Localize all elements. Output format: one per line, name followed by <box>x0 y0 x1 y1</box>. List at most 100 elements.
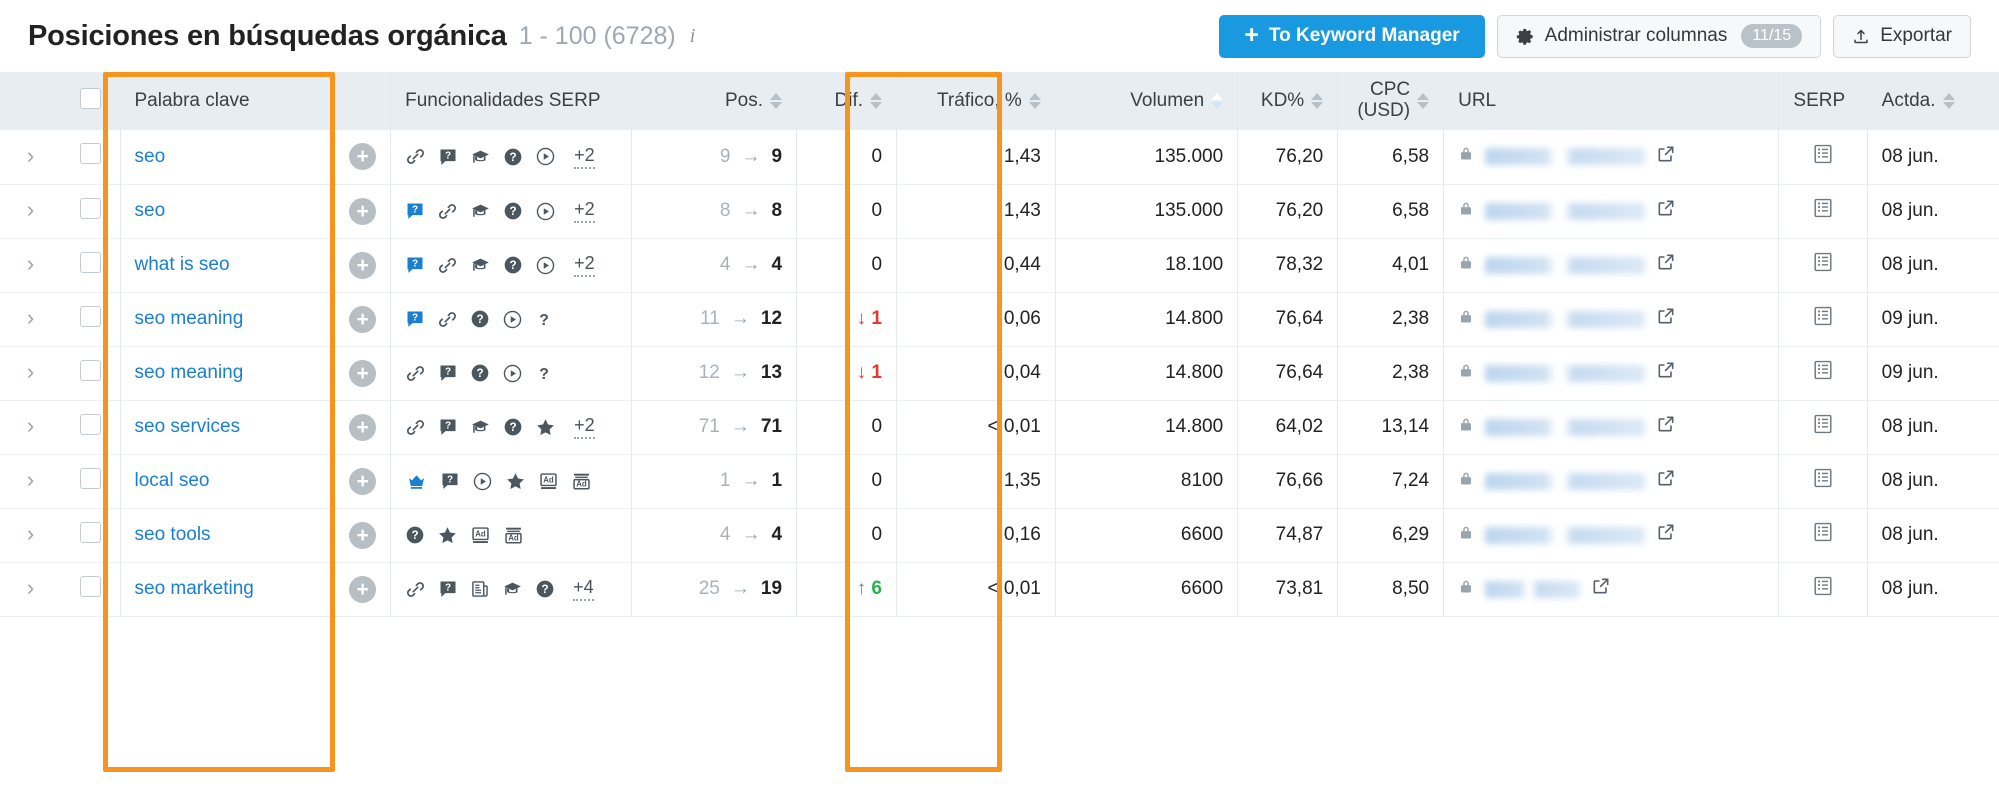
th-kd[interactable]: KD% <box>1238 72 1338 130</box>
faq-icon[interactable]: ? <box>503 255 523 275</box>
serp-list-icon[interactable] <box>1812 467 1834 495</box>
chevron-right-icon[interactable]: › <box>27 415 34 437</box>
add-keyword-icon[interactable]: + <box>349 143 376 170</box>
external-link-icon[interactable] <box>1591 576 1611 602</box>
add-keyword-icon[interactable]: + <box>349 252 376 279</box>
add-keyword-icon[interactable]: + <box>349 522 376 549</box>
chevron-right-icon[interactable]: › <box>27 145 34 167</box>
link-icon[interactable] <box>405 579 426 600</box>
chevron-right-icon[interactable]: › <box>27 361 34 383</box>
th-keyword[interactable]: Palabra clave <box>120 72 391 130</box>
knowledge-panel-icon[interactable] <box>470 417 491 437</box>
serp-list-icon[interactable] <box>1812 413 1834 441</box>
th-traffic[interactable]: Tráfico, % <box>897 72 1056 130</box>
add-keyword-icon[interactable]: + <box>349 306 376 333</box>
ads-top-icon[interactable]: Ad <box>503 525 524 546</box>
select-all-checkbox[interactable] <box>80 88 101 109</box>
knowledge-panel-icon[interactable] <box>470 255 491 275</box>
link-icon[interactable] <box>405 417 426 438</box>
serp-list-icon[interactable] <box>1812 197 1834 225</box>
external-link-icon[interactable] <box>1656 306 1676 332</box>
th-volume[interactable]: Volumen <box>1055 72 1237 130</box>
row-checkbox[interactable] <box>80 198 101 219</box>
external-link-icon[interactable] <box>1656 360 1676 386</box>
keyword-link[interactable]: seo <box>135 146 166 168</box>
chevron-right-icon[interactable]: › <box>27 199 34 221</box>
featured-snippet-blue-icon[interactable]: ? <box>405 309 425 329</box>
more-features-link[interactable]: +4 <box>573 577 594 601</box>
sort-arrows-icon[interactable] <box>770 93 782 109</box>
faq-icon[interactable]: ? <box>535 579 555 599</box>
keyword-link[interactable]: seo meaning <box>135 308 244 330</box>
external-link-icon[interactable] <box>1656 252 1676 278</box>
add-keyword-icon[interactable]: + <box>349 360 376 387</box>
add-keyword-icon[interactable]: + <box>349 198 376 225</box>
serp-list-icon[interactable] <box>1812 359 1834 387</box>
row-checkbox[interactable] <box>80 414 101 435</box>
external-link-icon[interactable] <box>1656 144 1676 170</box>
video-icon[interactable] <box>472 471 493 492</box>
sort-arrows-icon[interactable] <box>1211 93 1223 109</box>
featured-snippet-icon[interactable]: ? <box>438 147 458 167</box>
external-link-icon[interactable] <box>1656 522 1676 548</box>
th-cpc[interactable]: CPC (USD) <box>1338 72 1444 130</box>
ads-bottom-icon[interactable]: Ad <box>538 471 559 492</box>
link-icon[interactable] <box>437 255 458 276</box>
keyword-link[interactable]: what is seo <box>135 254 230 276</box>
row-checkbox[interactable] <box>80 252 101 273</box>
info-icon[interactable]: i <box>690 25 696 48</box>
link-icon[interactable] <box>437 201 458 222</box>
manage-columns-button[interactable]: Administrar columnas 11/15 <box>1497 15 1822 58</box>
keyword-link[interactable]: seo marketing <box>135 578 254 600</box>
video-icon[interactable] <box>502 363 523 384</box>
serp-list-icon[interactable] <box>1812 521 1834 549</box>
knowledge-panel-icon[interactable] <box>470 201 491 221</box>
knowledge-panel-icon[interactable] <box>470 147 491 167</box>
more-features-link[interactable]: +2 <box>574 199 595 223</box>
row-checkbox[interactable] <box>80 360 101 381</box>
question-mark-icon[interactable]: ? <box>535 309 553 330</box>
featured-snippet-icon[interactable]: ? <box>438 363 458 383</box>
chevron-right-icon[interactable]: › <box>27 469 34 491</box>
external-link-icon[interactable] <box>1656 468 1676 494</box>
th-updated[interactable]: Actda. <box>1867 72 1999 130</box>
serp-list-icon[interactable] <box>1812 143 1834 171</box>
featured-snippet-icon[interactable]: ? <box>440 471 460 491</box>
external-link-icon[interactable] <box>1656 414 1676 440</box>
add-keyword-icon[interactable]: + <box>349 576 376 603</box>
question-mark-icon[interactable]: ? <box>535 363 553 384</box>
to-keyword-manager-button[interactable]: + To Keyword Manager <box>1219 15 1484 58</box>
reviews-icon[interactable] <box>535 417 556 438</box>
sort-arrows-icon[interactable] <box>1417 93 1429 109</box>
more-features-link[interactable]: +2 <box>574 415 595 439</box>
keyword-link[interactable]: seo services <box>135 416 241 438</box>
ads-top-icon[interactable]: Ad <box>571 471 592 492</box>
video-icon[interactable] <box>535 146 556 167</box>
faq-icon[interactable]: ? <box>405 525 425 545</box>
keyword-link[interactable]: seo <box>135 200 166 222</box>
link-icon[interactable] <box>405 363 426 384</box>
external-link-icon[interactable] <box>1656 198 1676 224</box>
export-button[interactable]: Exportar <box>1833 15 1971 58</box>
faq-icon[interactable]: ? <box>503 201 523 221</box>
faq-icon[interactable]: ? <box>503 417 523 437</box>
video-icon[interactable] <box>535 255 556 276</box>
more-features-link[interactable]: +2 <box>574 253 595 277</box>
crown-icon[interactable] <box>405 472 428 491</box>
row-checkbox[interactable] <box>80 576 101 597</box>
keyword-link[interactable]: local seo <box>135 470 210 492</box>
add-keyword-icon[interactable]: + <box>349 414 376 441</box>
more-features-link[interactable]: +2 <box>574 145 595 169</box>
featured-snippet-icon[interactable]: ? <box>438 579 458 599</box>
sort-arrows-icon[interactable] <box>1029 93 1041 109</box>
add-keyword-icon[interactable]: + <box>349 468 376 495</box>
ads-bottom-icon[interactable]: Ad <box>470 525 491 546</box>
serp-list-icon[interactable] <box>1812 575 1834 603</box>
sort-arrows-icon[interactable] <box>1311 93 1323 109</box>
row-checkbox[interactable] <box>80 522 101 543</box>
row-checkbox[interactable] <box>80 468 101 489</box>
row-checkbox[interactable] <box>80 306 101 327</box>
news-icon[interactable] <box>470 579 490 599</box>
th-serp-features[interactable]: Funcionalidades SERP <box>391 72 632 130</box>
chevron-right-icon[interactable]: › <box>27 307 34 329</box>
